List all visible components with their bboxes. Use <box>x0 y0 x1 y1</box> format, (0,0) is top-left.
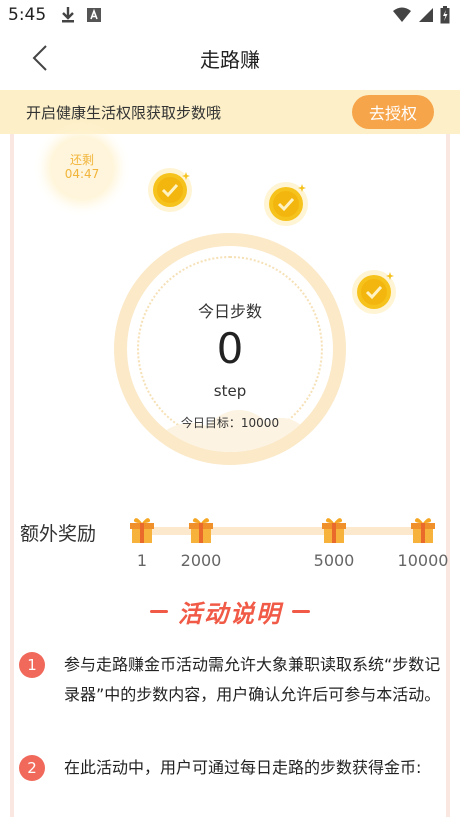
rule-text: 在此活动中，用户可通过每日走路的步数获得金币: <box>64 758 422 777</box>
today-steps-label: 今日步数 <box>197 302 262 321</box>
status-time: 5:45 <box>8 5 47 25</box>
auth-banner-text: 开启健康生活权限获取步数哦 <box>26 104 222 122</box>
rule-number-badge: 1 <box>19 652 45 678</box>
reward-milestone-label: 10000 <box>397 551 449 570</box>
today-steps-count: 0 <box>216 324 244 373</box>
reward-milestone-label: 2000 <box>180 551 222 570</box>
coin-icon[interactable] <box>146 166 194 214</box>
extra-rewards-title: 额外奖励 <box>20 523 97 545</box>
steps-unit: step <box>213 382 247 400</box>
coin-icon[interactable] <box>350 268 398 316</box>
wifi-icon <box>393 7 411 22</box>
nav-bar: 走路赚 <box>0 32 460 84</box>
timer-value: 04:47 <box>64 167 100 181</box>
status-bar: 5:45 <box>0 0 460 32</box>
reward-milestone-label: 5000 <box>313 551 355 570</box>
activity-section-title: 活动说明 <box>178 600 282 628</box>
auth-banner: 开启健康生活权限获取步数哦 去授权 <box>0 90 460 134</box>
gift-icon[interactable] <box>127 515 157 545</box>
daily-goal: 今日目标：10000 <box>180 416 280 430</box>
coin-icon[interactable] <box>262 180 310 228</box>
rule-number-badge: 2 <box>19 755 45 781</box>
page-title: 走路赚 <box>200 48 260 72</box>
gift-icon[interactable] <box>186 515 216 545</box>
activity-section-header: 活动说明 <box>0 594 460 629</box>
download-icon <box>62 7 74 23</box>
authorize-button[interactable]: 去授权 <box>352 95 434 129</box>
step-counter-ring: 今日步数 0 step 今日目标：10000 <box>114 233 346 465</box>
countdown-timer: 还剩 04:47 <box>52 138 112 198</box>
title-dash-right <box>292 610 310 613</box>
title-dash-left <box>150 610 168 613</box>
rule-text: 参与走路赚金币活动需允许大象兼职读取系统“步数记录器”中的步数内容，用户确认允许… <box>64 655 441 704</box>
gift-icon[interactable] <box>408 515 438 545</box>
signal-icon <box>419 8 433 22</box>
battery-icon <box>440 6 450 24</box>
font-a-icon <box>87 8 101 22</box>
reward-progress-track <box>136 527 426 535</box>
gift-icon[interactable] <box>319 515 349 545</box>
timer-label: 还剩 <box>69 153 94 167</box>
